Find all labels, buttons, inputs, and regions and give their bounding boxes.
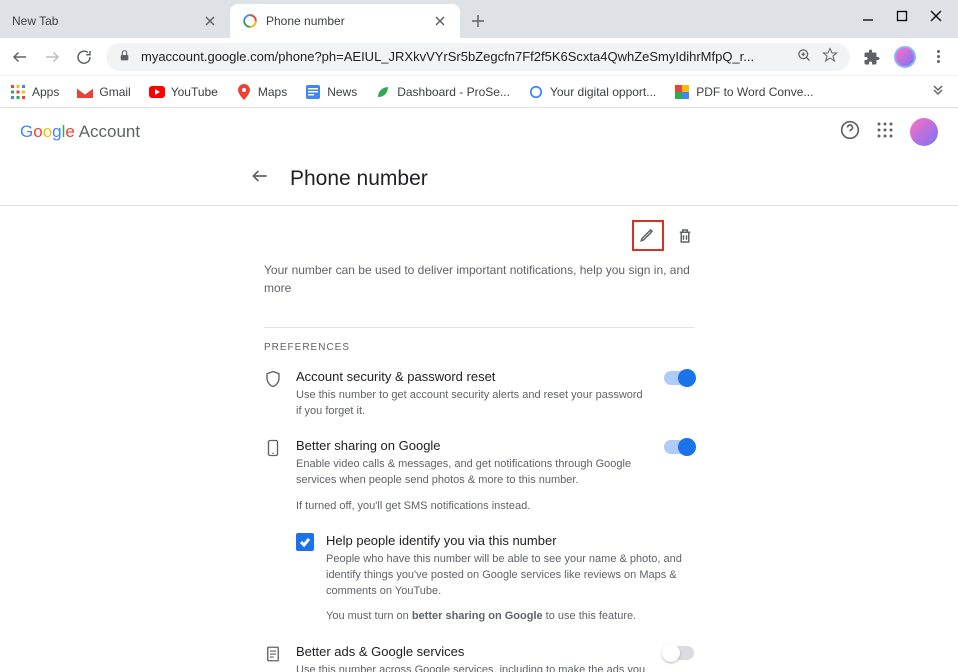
bookmark-apps[interactable]: Apps [10,84,59,100]
rainbow-icon [674,84,690,100]
bookmarks-bar: Apps Gmail YouTube Maps News Dashboard -… [0,76,958,108]
account-word: Account [79,122,140,141]
lock-icon [118,49,131,65]
tab-new-tab[interactable]: New Tab [0,4,230,38]
forward-icon[interactable] [42,47,62,67]
youtube-icon [149,84,165,100]
bookmark-label: News [327,85,357,99]
window-controls [846,0,958,32]
toggle-sharing[interactable] [664,440,694,454]
maps-icon [236,84,252,100]
tab-label: New Tab [12,14,58,28]
scroll-area[interactable]: Google Account Phone number Your number … [0,108,958,672]
phone-icon [264,438,282,460]
close-icon[interactable] [432,13,448,29]
bookmark-label: PDF to Word Conve... [696,85,813,99]
bookmark-pdf[interactable]: PDF to Word Conve... [674,84,813,100]
bookmark-news[interactable]: News [305,84,357,100]
minimize-icon[interactable] [860,8,876,24]
apps-grid-icon [10,84,26,100]
bookmark-gmail[interactable]: Gmail [77,84,130,100]
zoom-icon[interactable] [797,48,812,66]
pencil-icon[interactable] [639,232,657,246]
maximize-icon[interactable] [894,8,910,24]
pref-desc: Enable video calls & messages, and get n… [296,457,650,489]
pref-extra: If turned off, you'll get SMS notificati… [296,499,650,515]
pref-security: Account security & password reset Use th… [264,369,694,420]
sub-note: You must turn on better sharing on Googl… [326,610,694,622]
pref-ads: Better ads & Google services Use this nu… [264,644,694,672]
account-avatar[interactable] [910,118,938,146]
close-icon[interactable] [202,13,218,29]
bookmark-youtube[interactable]: YouTube [149,84,218,100]
bookmarks-overflow-icon[interactable] [928,82,948,102]
pref-title: Account security & password reset [296,369,650,384]
help-icon[interactable] [840,120,860,145]
toggle-security[interactable] [664,371,694,385]
preferences-label: PREFERENCES [264,327,694,353]
sub-title: Help people identify you via this number [326,533,694,548]
sub-desc: People who have this number will be able… [326,552,694,600]
browser-menu-icon[interactable] [928,47,948,67]
bookmark-maps[interactable]: Maps [236,84,287,100]
address-bar: myaccount.google.com/phone?ph=AEIUL_JRXk… [0,38,958,76]
star-icon[interactable] [822,47,838,66]
tab-label: Phone number [266,14,345,28]
bookmark-digital[interactable]: Your digital opport... [528,84,656,100]
gmail-icon [77,84,93,100]
shield-icon [264,369,282,391]
page-title-row: Phone number [0,156,958,206]
bookmark-label: Apps [32,85,59,99]
close-window-icon[interactable] [928,8,944,24]
reload-icon[interactable] [74,47,94,67]
news-icon [305,84,321,100]
tab-phone-number[interactable]: Phone number [230,4,460,38]
leaf-icon [375,84,391,100]
bookmark-label: YouTube [171,85,218,99]
page-content: Google Account Phone number Your number … [0,108,958,672]
apps-launcher-icon[interactable] [876,121,894,144]
url-text: myaccount.google.com/phone?ph=AEIUL_JRXk… [141,49,787,64]
new-tab-button[interactable] [464,7,492,35]
bookmark-dashboard[interactable]: Dashboard - ProSe... [375,84,510,100]
phone-description: Your number can be used to deliver impor… [264,261,694,297]
main-panel: Your number can be used to deliver impor… [264,206,694,672]
trash-icon[interactable] [676,227,694,245]
checkbox-identify[interactable] [296,533,314,551]
pref-desc: Use this number to get account security … [296,388,650,420]
extensions-icon[interactable] [862,47,882,67]
back-icon[interactable] [10,47,30,67]
pref-identify: Help people identify you via this number… [296,533,694,622]
google-favicon [242,13,258,29]
bookmark-label: Your digital opport... [550,85,656,99]
pref-sharing: Better sharing on Google Enable video ca… [264,438,694,515]
browser-titlebar: New Tab Phone number [0,0,958,38]
page-title: Phone number [290,167,428,191]
bookmark-label: Gmail [99,85,130,99]
pref-title: Better sharing on Google [296,438,650,453]
edit-highlight-box [632,220,664,251]
pref-desc: Use this number across Google services, … [296,663,650,672]
bookmark-label: Maps [258,85,287,99]
profile-avatar[interactable] [894,46,916,68]
google-g-icon [528,84,544,100]
google-account-header: Google Account [0,108,958,156]
toggle-ads[interactable] [664,646,694,660]
phone-actions [264,220,694,261]
pref-title: Better ads & Google services [296,644,650,659]
bookmark-label: Dashboard - ProSe... [397,85,510,99]
omnibox[interactable]: myaccount.google.com/phone?ph=AEIUL_JRXk… [106,43,850,71]
google-account-logo: Google Account [20,122,140,142]
back-arrow-icon[interactable] [250,166,270,191]
document-icon [264,644,282,666]
